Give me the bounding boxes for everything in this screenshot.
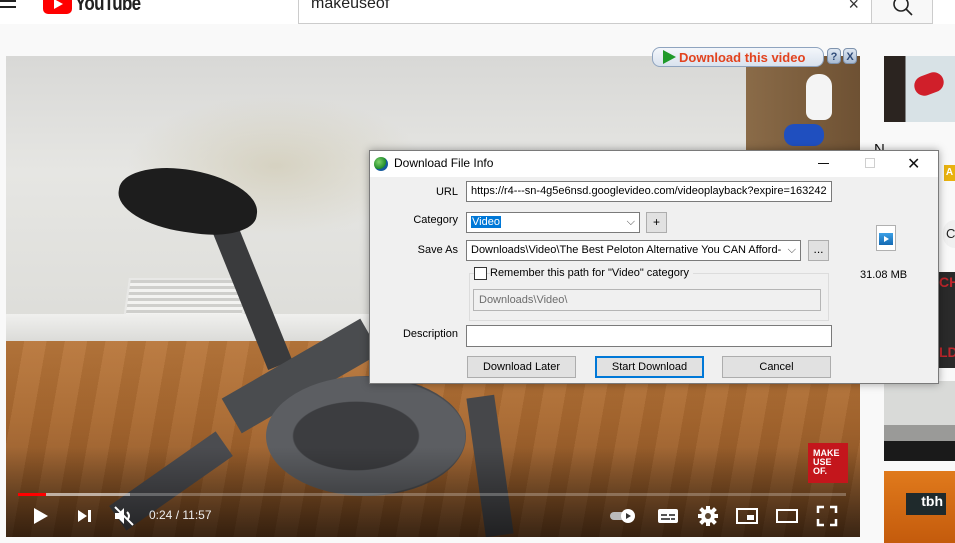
theater-mode-button[interactable]	[775, 504, 799, 528]
next-button[interactable]	[74, 504, 96, 528]
skip-next-icon	[78, 510, 91, 522]
download-later-button[interactable]: Download Later	[467, 356, 576, 378]
remember-path-field: Downloads\Video\	[473, 289, 821, 311]
youtube-logo-text: YouTube	[75, 0, 141, 15]
youtube-logo[interactable]: YouTube	[43, 0, 152, 15]
miniplayer-button[interactable]	[735, 504, 759, 528]
search-icon	[893, 0, 913, 16]
progress-played	[18, 493, 47, 496]
dialog-title: Download File Info	[394, 156, 494, 170]
youtube-header: YouTube makeuseof ×	[0, 0, 955, 24]
save-as-value: Downloads\Video\The Best Peloton Alterna…	[471, 244, 782, 256]
help-icon[interactable]: ?	[827, 48, 841, 64]
chevron-down-icon: ⌵	[626, 216, 635, 228]
search-button[interactable]	[871, 0, 933, 24]
maximize-icon	[865, 158, 875, 168]
youtube-play-logo-icon	[43, 0, 72, 14]
video-file-icon	[876, 225, 896, 251]
search-input-value: makeuseof	[311, 0, 390, 12]
play-icon	[34, 508, 48, 524]
close-icon[interactable]: ✕	[907, 154, 920, 174]
video-frame-object	[784, 124, 824, 146]
related-video-thumbnail[interactable]	[884, 381, 955, 461]
fullscreen-icon	[816, 505, 838, 527]
save-as-label: Save As	[417, 244, 458, 256]
search-input[interactable]: makeuseof ×	[298, 0, 872, 24]
clear-search-icon[interactable]: ×	[848, 0, 859, 15]
play-button[interactable]	[30, 504, 52, 528]
autoplay-toggle-icon	[610, 509, 635, 523]
progress-bar[interactable]	[18, 493, 846, 496]
file-size: 31.08 MB	[860, 269, 908, 281]
related-video-thumbnail[interactable]	[884, 56, 955, 122]
theater-mode-icon	[776, 509, 798, 523]
miniplayer-icon	[736, 508, 758, 524]
related-video-badge: A	[944, 165, 955, 181]
watermark-line: OF.	[813, 466, 828, 476]
volume-muted-icon	[114, 506, 134, 526]
url-label: URL	[435, 186, 458, 198]
close-overlay-icon[interactable]: X	[843, 48, 857, 64]
thumbnail-text: tbh	[906, 493, 946, 515]
fullscreen-button[interactable]	[815, 504, 839, 528]
menu-icon[interactable]	[0, 0, 16, 14]
download-file-info-dialog: Download File Info ✕ URL https://r4---sn…	[369, 150, 939, 384]
dialog-titlebar[interactable]: Download File Info ✕	[370, 151, 938, 177]
makeuseof-watermark[interactable]: MAKE USE OF.	[808, 443, 848, 483]
cancel-button[interactable]: Cancel	[722, 356, 831, 378]
subtitles-icon	[658, 509, 678, 523]
url-field[interactable]: https://r4---sn-4g5e6nsd.googlevideo.com…	[466, 181, 832, 202]
remember-path-value: Downloads\Video\	[479, 294, 568, 306]
download-this-video-button[interactable]: Download this video	[652, 47, 824, 67]
settings-button[interactable]	[696, 504, 720, 528]
time-readout: 0:24 / 11:57	[149, 508, 212, 522]
subtitles-button[interactable]	[656, 504, 680, 528]
idm-app-icon	[374, 157, 388, 171]
add-category-button[interactable]: +	[646, 212, 667, 233]
description-label: Description	[402, 328, 458, 340]
save-as-select[interactable]: Downloads\Video\The Best Peloton Alterna…	[466, 240, 801, 261]
gear-icon	[698, 506, 718, 526]
mute-button[interactable]	[112, 504, 136, 528]
description-field[interactable]	[466, 325, 832, 347]
related-video-thumbnail[interactable]: tbh	[884, 471, 955, 543]
category-select-value: Video	[471, 216, 501, 228]
video-frame-toy	[806, 74, 832, 120]
autoplay-toggle[interactable]	[608, 504, 640, 528]
browse-button[interactable]: ...	[808, 240, 829, 261]
category-select[interactable]: Video ⌵	[466, 212, 640, 233]
remember-path-label[interactable]: Remember this path for "Video" category	[490, 267, 693, 279]
download-this-video-label: Download this video	[679, 49, 806, 65]
remember-path-checkbox[interactable]	[474, 267, 487, 280]
download-play-icon	[663, 50, 676, 64]
category-label: Category	[413, 214, 458, 226]
chevron-down-icon: ⌵	[784, 244, 796, 257]
start-download-button[interactable]: Start Download	[595, 356, 704, 378]
url-field-value: https://r4---sn-4g5e6nsd.googlevideo.com…	[471, 185, 827, 197]
thumbnail-text: LD	[939, 344, 955, 360]
thumbnail-text: CH	[939, 274, 955, 290]
minimize-icon[interactable]	[818, 163, 829, 164]
